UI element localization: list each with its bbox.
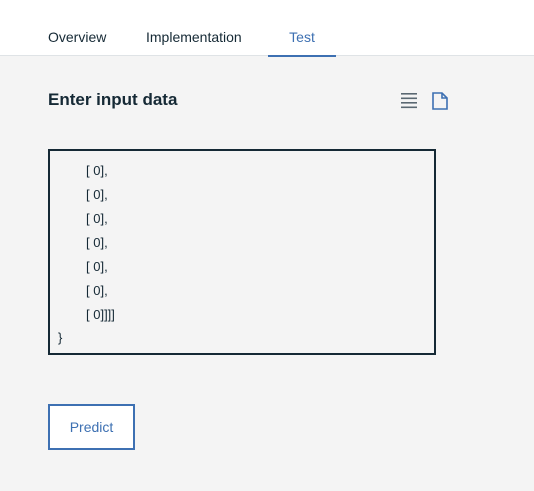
tab-implementation[interactable]: Implementation [146,0,242,56]
code-line: [ 0], [86,235,108,250]
tab-bar: Overview Implementation Test [0,0,534,57]
predict-button[interactable]: Predict [48,404,135,450]
code-line: [ 0]]]] [86,307,115,322]
section-title: Enter input data [48,90,178,109]
tab-test[interactable]: Test [268,0,336,57]
file-icon[interactable] [431,92,449,110]
tab-test-label: Test [289,29,315,45]
tab-overview[interactable]: Overview [48,0,106,56]
code-line: [ 0], [86,259,108,274]
code-line: [ 0], [86,163,108,178]
input-data-editor[interactable]: [ 0], [ 0], [ 0], [ 0], [ 0], [ 0], [ 0]… [48,149,436,355]
code-line: [ 0], [86,187,108,202]
active-tab-indicator [268,55,336,57]
code-line: [ 0], [86,211,108,226]
list-view-icon[interactable] [400,92,418,110]
code-line: } [58,330,63,345]
code-line: [ 0], [86,283,108,298]
